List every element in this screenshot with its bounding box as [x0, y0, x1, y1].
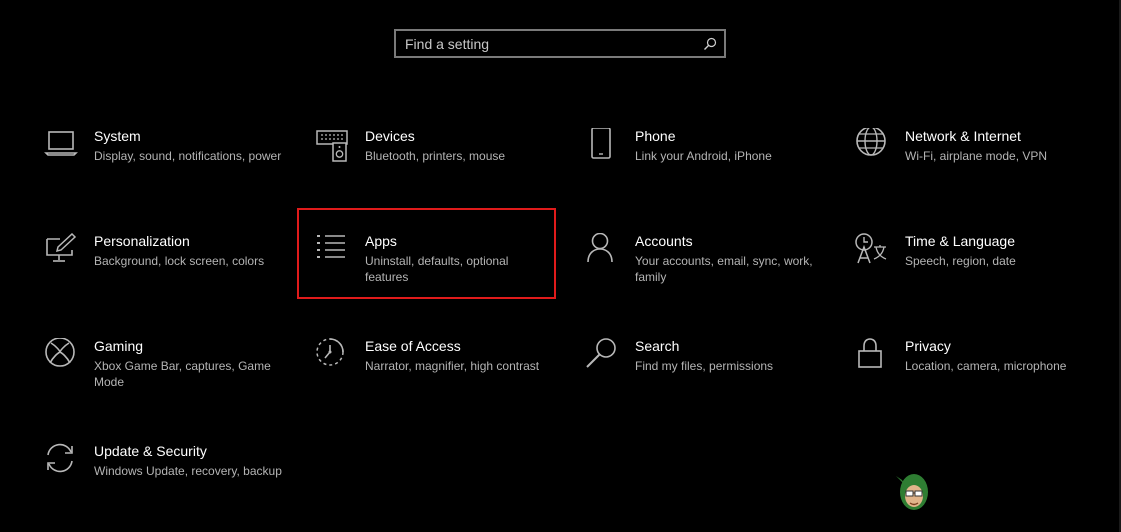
- tile-title: Time & Language: [905, 233, 1015, 249]
- tile-description: Your accounts, email, sync, work, family: [635, 254, 813, 284]
- tile-title: Phone: [635, 128, 676, 144]
- globe-icon: [855, 128, 891, 164]
- magnifier-icon: [585, 338, 621, 374]
- tile-time-language[interactable]: Time & Language Speech, region, date: [855, 233, 1115, 325]
- laptop-icon: [44, 128, 80, 164]
- tile-title: Update & Security: [94, 443, 207, 459]
- xbox-icon: [44, 338, 80, 374]
- tile-title: Privacy: [905, 338, 951, 354]
- tile-title: System: [94, 128, 141, 144]
- tile-apps[interactable]: Apps Uninstall, defaults, optional featu…: [315, 233, 575, 325]
- tile-description: Background, lock screen, colors: [94, 254, 265, 268]
- tile-description: Location, camera, microphone: [905, 359, 1067, 373]
- keyboard-speaker-icon: [315, 128, 351, 164]
- tile-update-security[interactable]: Update & Security Windows Update, recove…: [44, 443, 304, 532]
- tile-title: Search: [635, 338, 680, 354]
- tile-description: Windows Update, recovery, backup: [94, 464, 282, 478]
- tile-phone[interactable]: Phone Link your Android, iPhone: [585, 128, 845, 220]
- tile-description: Find my files, permissions: [635, 359, 774, 373]
- search-input[interactable]: [396, 31, 699, 56]
- tile-description: Uninstall, defaults, optional features: [365, 254, 509, 284]
- sync-arrows-icon: [44, 443, 80, 479]
- search-box[interactable]: [394, 29, 726, 58]
- tile-title: Gaming: [94, 338, 144, 354]
- tile-title: Personalization: [94, 233, 190, 249]
- tile-description: Bluetooth, printers, mouse: [365, 149, 506, 163]
- tile-description: Xbox Game Bar, captures, Game Mode: [94, 359, 271, 389]
- tile-description: Speech, region, date: [905, 254, 1016, 268]
- tile-description: Wi-Fi, airplane mode, VPN: [905, 149, 1048, 163]
- apps-list-icon: [315, 233, 351, 269]
- tile-personalization[interactable]: Personalization Background, lock screen,…: [44, 233, 304, 325]
- tile-description: Link your Android, iPhone: [635, 149, 772, 163]
- tile-description: Display, sound, notifications, power: [94, 149, 282, 163]
- tile-devices[interactable]: Devices Bluetooth, printers, mouse: [315, 128, 575, 220]
- tile-gaming[interactable]: Gaming Xbox Game Bar, captures, Game Mod…: [44, 338, 304, 430]
- tile-network-internet[interactable]: Network & Internet Wi-Fi, airplane mode,…: [855, 128, 1115, 220]
- tile-privacy[interactable]: Privacy Location, camera, microphone: [855, 338, 1115, 430]
- search-icon[interactable]: [699, 31, 721, 56]
- ease-of-access-icon: [315, 338, 351, 374]
- tile-title: Devices: [365, 128, 415, 144]
- lock-icon: [855, 338, 891, 374]
- tile-title: Accounts: [635, 233, 693, 249]
- tile-search[interactable]: Search Find my files, permissions: [585, 338, 845, 430]
- tile-accounts[interactable]: Accounts Your accounts, email, sync, wor…: [585, 233, 845, 325]
- watermark-logo-icon: [884, 462, 940, 522]
- tile-description: Narrator, magnifier, high contrast: [365, 359, 540, 373]
- time-language-icon: [855, 233, 891, 269]
- person-icon: [585, 233, 621, 269]
- tile-title: Network & Internet: [905, 128, 1021, 144]
- settings-home: System Display, sound, notifications, po…: [0, 0, 1121, 532]
- tile-title: Ease of Access: [365, 338, 461, 354]
- phone-icon: [585, 128, 621, 164]
- tile-title: Apps: [365, 233, 397, 249]
- tile-system[interactable]: System Display, sound, notifications, po…: [44, 128, 304, 220]
- tile-ease-of-access[interactable]: Ease of Access Narrator, magnifier, high…: [315, 338, 575, 430]
- paint-brush-icon: [44, 233, 80, 269]
